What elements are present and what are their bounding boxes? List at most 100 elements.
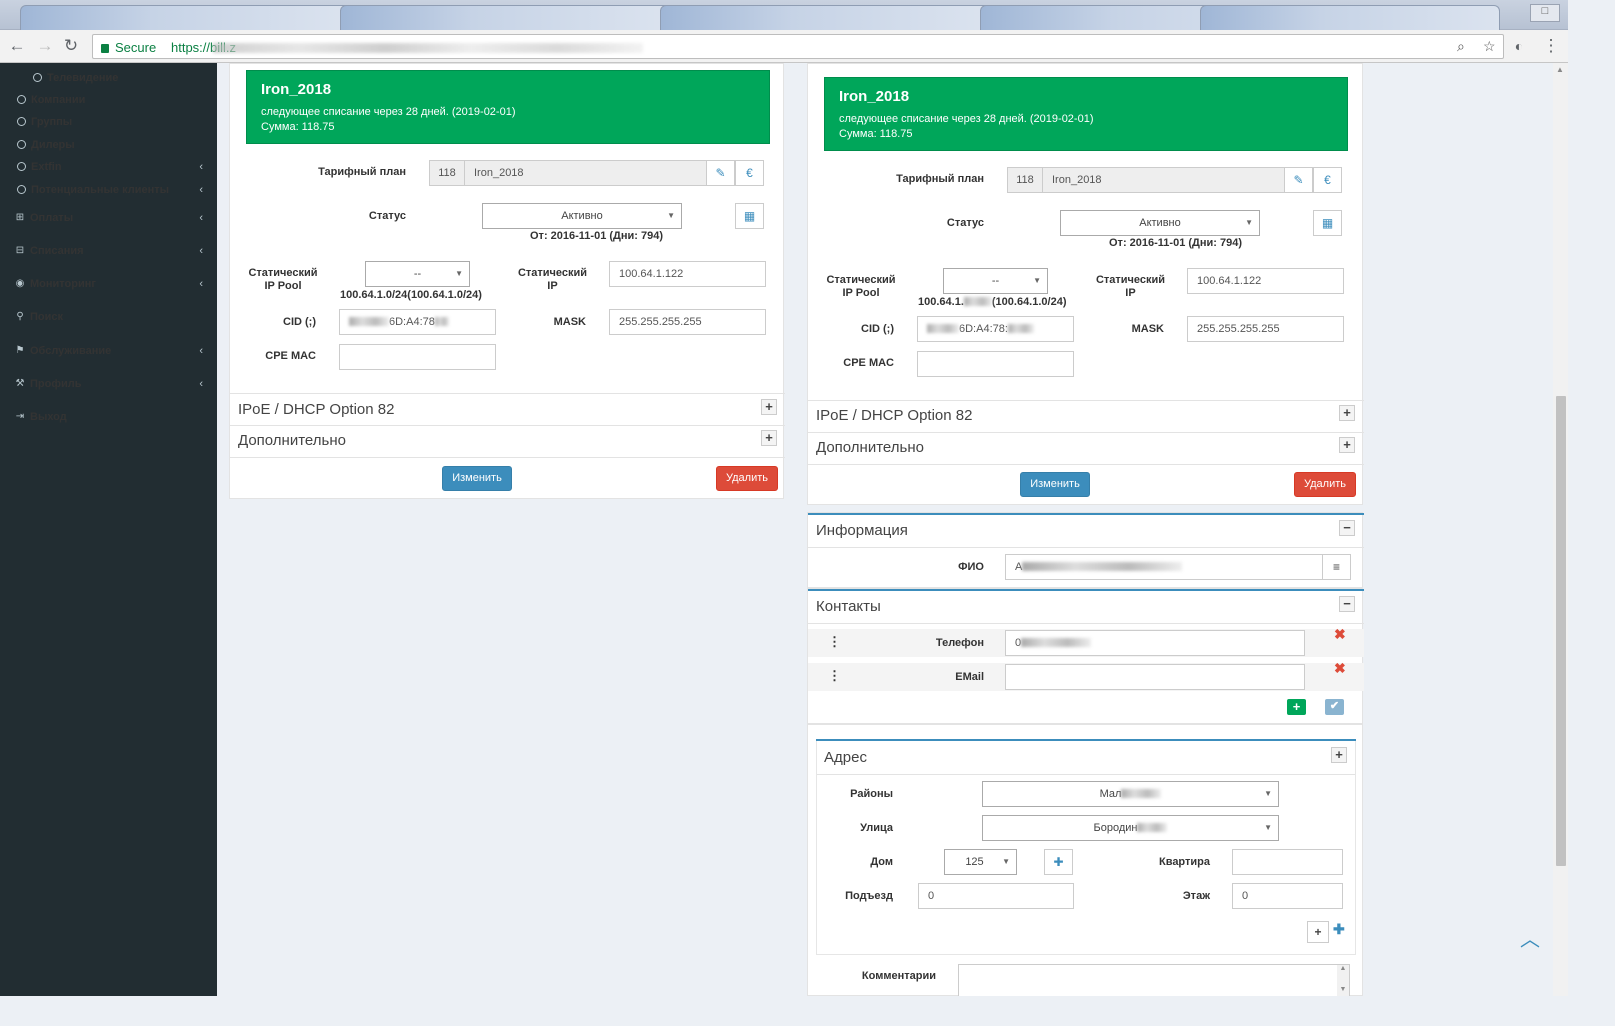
static-ip-input[interactable]: 100.64.1.122 bbox=[609, 261, 766, 287]
menu-icon[interactable]: ⋮ bbox=[1540, 35, 1562, 57]
collapse-minus-icon[interactable]: − bbox=[1339, 596, 1355, 612]
drag-handle-icon[interactable]: ⋮ bbox=[828, 668, 841, 684]
textarea-scrollbar[interactable]: ▲ ▼ bbox=[1337, 965, 1349, 996]
district-select[interactable]: Мал ▼ bbox=[982, 781, 1279, 807]
reload-icon[interactable]: ↻ bbox=[60, 35, 82, 57]
entrance-input[interactable]: 0 bbox=[918, 883, 1074, 909]
redacted-text bbox=[1121, 789, 1162, 798]
expand-plus-icon[interactable]: + bbox=[761, 399, 777, 415]
calendar-icon[interactable]: ▦ bbox=[735, 203, 764, 229]
browser-tab[interactable] bbox=[1200, 5, 1500, 30]
delete-button[interactable]: Удалить bbox=[1294, 472, 1356, 497]
scroll-up-arrow-icon[interactable]: ▲ bbox=[1556, 65, 1564, 74]
browser-tab[interactable] bbox=[660, 5, 990, 30]
sign-out-icon: ⇥ bbox=[15, 411, 25, 422]
address-title: Адрес bbox=[824, 749, 867, 766]
sum-text: Сумма: 118.75 bbox=[261, 121, 335, 133]
sidebar-item-monitoring[interactable]: ◉ Мониторинг ‹ bbox=[0, 273, 217, 295]
drag-handle-icon[interactable]: ⋮ bbox=[828, 634, 841, 650]
status-label: Статус bbox=[946, 217, 984, 229]
back-icon[interactable]: ← bbox=[6, 35, 28, 57]
star-icon[interactable]: ☆ bbox=[1483, 38, 1496, 55]
sidebar-item-search[interactable]: ⚲ Поиск bbox=[0, 306, 217, 328]
extra-section-title[interactable]: Дополнительно bbox=[816, 439, 924, 456]
house-value: 125 bbox=[965, 856, 984, 868]
scrollbar-thumb[interactable] bbox=[1556, 396, 1566, 866]
extension-icon[interactable]: ◐ bbox=[1508, 35, 1530, 57]
tariff-banner: Iron_2018 следующее списание через 28 дн… bbox=[246, 70, 770, 144]
remove-x-icon[interactable]: ✖ bbox=[1334, 626, 1346, 643]
sidebar-item-service[interactable]: ⚑ Обслуживание ‹ bbox=[0, 340, 217, 362]
comments-textarea[interactable]: ▲ ▼ bbox=[958, 964, 1350, 996]
browser-tab[interactable] bbox=[20, 5, 350, 30]
mask-input[interactable]: 255.255.255.255 bbox=[1187, 316, 1344, 342]
static-ip-input[interactable]: 100.64.1.122 bbox=[1187, 268, 1344, 294]
street-select[interactable]: Бородин ▼ bbox=[982, 815, 1279, 841]
extra-section-title[interactable]: Дополнительно bbox=[238, 432, 346, 449]
sidebar-item-logout[interactable]: ⇥ Выход bbox=[0, 406, 217, 428]
cpe-mac-input[interactable] bbox=[917, 351, 1074, 377]
sidebar-item-groups[interactable]: Группы bbox=[0, 111, 217, 133]
browser-tab[interactable] bbox=[340, 5, 670, 30]
sidebar-item-tv[interactable]: Телевидение bbox=[0, 67, 217, 89]
ipoe-section-title[interactable]: IPoE / DHCP Option 82 bbox=[238, 401, 394, 418]
sidebar-item-label: Компании bbox=[31, 94, 86, 106]
add-plus-blue-icon[interactable]: ✚ bbox=[1333, 921, 1345, 938]
expand-plus-icon[interactable]: + bbox=[761, 430, 777, 446]
add-contact-plus-icon[interactable]: + bbox=[1287, 699, 1306, 715]
email-input[interactable] bbox=[1005, 664, 1305, 690]
change-button[interactable]: Изменить bbox=[1020, 472, 1090, 497]
secure-indicator[interactable]: Secure bbox=[101, 40, 156, 55]
euro-icon[interactable]: € bbox=[1313, 167, 1342, 193]
calendar-icon[interactable]: ▦ bbox=[1313, 210, 1342, 236]
expand-plus-icon[interactable]: + bbox=[1331, 747, 1347, 763]
sidebar-item-charges[interactable]: ⊟ Списания ‹ bbox=[0, 240, 217, 262]
floor-input[interactable]: 0 bbox=[1232, 883, 1343, 909]
phone-input[interactable]: 0 bbox=[1005, 630, 1305, 656]
sidebar-item-companies[interactable]: Компании bbox=[0, 89, 217, 111]
ip-pool-select-value: -- bbox=[991, 275, 1000, 287]
list-icon[interactable]: ≡ bbox=[1322, 554, 1351, 580]
ip-pool-select[interactable]: -- ▼ bbox=[943, 268, 1048, 294]
cid-input[interactable]: 6D:A4:78: bbox=[917, 316, 1074, 342]
save-check-icon[interactable]: ✔ bbox=[1325, 699, 1344, 715]
ipoe-section-title[interactable]: IPoE / DHCP Option 82 bbox=[816, 407, 972, 424]
main-content: Iron_2018 следующее списание через 28 дн… bbox=[217, 63, 1553, 996]
euro-icon[interactable]: € bbox=[735, 160, 764, 186]
back-to-top-chevron-icon[interactable]: ︿ bbox=[1520, 923, 1540, 952]
ip-pool-select[interactable]: -- ▼ bbox=[365, 261, 470, 287]
mask-input[interactable]: 255.255.255.255 bbox=[609, 309, 766, 335]
sidebar-item-leads[interactable]: Потенциальные клиенты ‹ bbox=[0, 179, 217, 201]
page-scrollbar[interactable]: ▲ bbox=[1553, 63, 1568, 996]
expand-plus-icon[interactable]: + bbox=[1339, 437, 1355, 453]
cpe-mac-input[interactable] bbox=[339, 344, 496, 370]
add-plus-icon[interactable]: + bbox=[1307, 921, 1329, 943]
zoom-icon[interactable]: ⌕ bbox=[1457, 38, 1465, 55]
collapse-minus-icon[interactable]: − bbox=[1339, 520, 1355, 536]
sidebar-item-label: Выход bbox=[30, 411, 67, 423]
expand-plus-icon[interactable]: + bbox=[1339, 405, 1355, 421]
contacts-panel: Контакты − ⋮ Телефон 0 ✖ ⋮ EMail ✖ + ✔ bbox=[807, 588, 1364, 724]
sidebar-item-extfin[interactable]: Extfin ‹ bbox=[0, 156, 217, 178]
change-button[interactable]: Изменить bbox=[442, 466, 512, 491]
forward-icon[interactable]: → bbox=[34, 35, 56, 57]
status-select[interactable]: Активно ▼ bbox=[482, 203, 682, 229]
window-control[interactable]: □ bbox=[1530, 4, 1560, 22]
house-select[interactable]: 125 ▼ bbox=[944, 849, 1017, 875]
edit-pencil-icon[interactable]: ✎ bbox=[706, 160, 735, 186]
remove-x-icon[interactable]: ✖ bbox=[1334, 660, 1346, 677]
sidebar-item-dealers[interactable]: Дилеры bbox=[0, 134, 217, 156]
apartment-input[interactable] bbox=[1232, 849, 1343, 875]
omnibox[interactable]: Secure https://bill.z ⌕ ☆ bbox=[92, 34, 1504, 59]
divider bbox=[808, 623, 1364, 624]
add-house-plus-icon[interactable]: ✚ bbox=[1044, 849, 1073, 875]
sidebar-item-profile[interactable]: ⚒ Профиль ‹ bbox=[0, 373, 217, 395]
edit-pencil-icon[interactable]: ✎ bbox=[1284, 167, 1313, 193]
sidebar-item-payments[interactable]: ⊞ Оплаты ‹ bbox=[0, 207, 217, 229]
delete-button[interactable]: Удалить bbox=[716, 466, 778, 491]
status-select-value: Активно bbox=[561, 210, 603, 222]
email-label: EMail bbox=[955, 671, 984, 683]
fio-input[interactable]: A bbox=[1005, 554, 1323, 580]
cid-input[interactable]: 6D:A4:78 bbox=[339, 309, 496, 335]
status-select[interactable]: Активно ▼ bbox=[1060, 210, 1260, 236]
